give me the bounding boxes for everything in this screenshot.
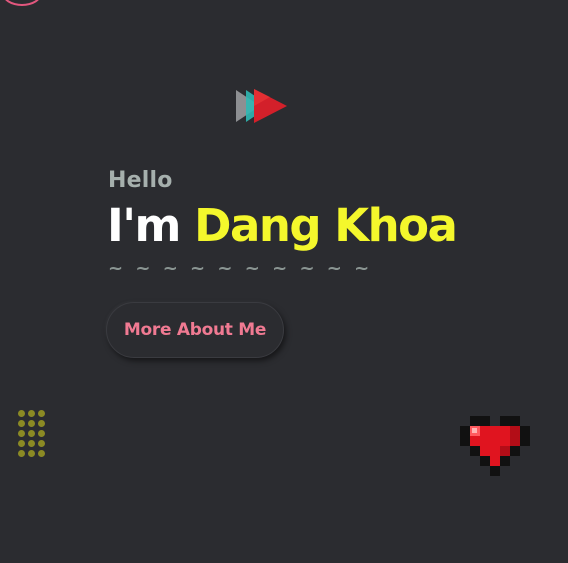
headline: I'm Dang Khoa <box>107 199 458 253</box>
squiggle-divider: ~ ~ ~ ~ ~ ~ ~ ~ ~ ~ <box>108 258 373 279</box>
corner-circle-decoration <box>2 0 42 6</box>
name-text: Dang Khoa <box>194 199 458 252</box>
dot-grid-decoration <box>18 410 45 457</box>
fast-forward-icon <box>236 89 287 123</box>
pixel-heart-icon <box>460 416 530 476</box>
intro-text: I'm <box>107 199 181 252</box>
more-about-me-button[interactable]: More About Me <box>106 302 284 358</box>
greeting-text: Hello <box>108 168 173 193</box>
